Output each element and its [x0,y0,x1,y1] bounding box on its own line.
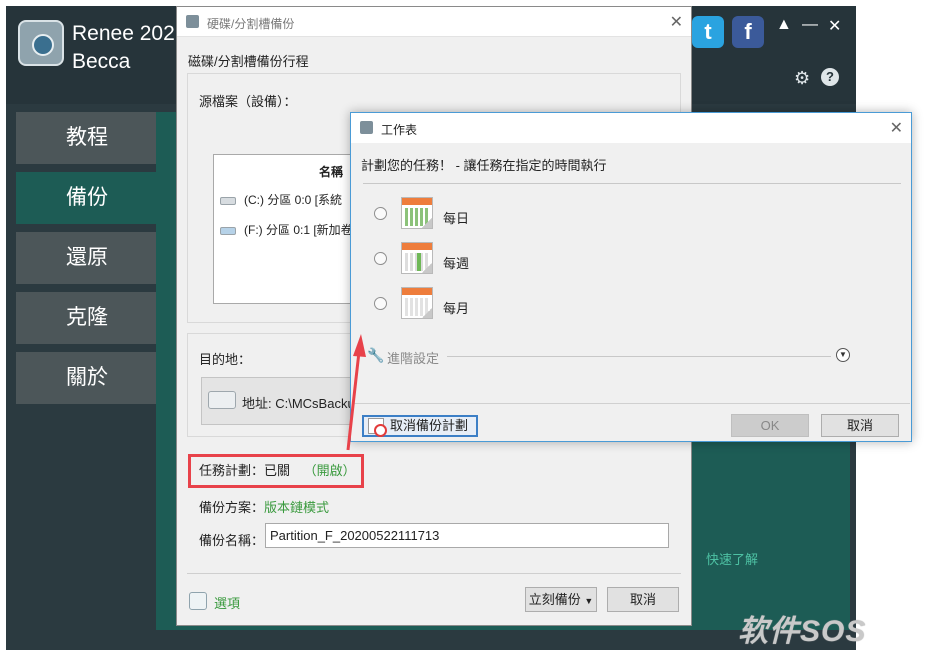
cancel-backup-plan-button[interactable]: 取消備份計劃 [362,415,478,437]
calendar-daily-icon [401,197,433,229]
dropdown-arrow-icon: ▼ [584,596,594,606]
scheme-label: 備份方案：版本鏈模式 [199,500,330,515]
close-icon[interactable]: ✕ [828,16,841,36]
option-weekly-label[interactable]: 每週 [443,253,469,272]
app-small-icon [360,121,373,134]
twitter-icon[interactable]: t [692,16,724,48]
calendar-weekly-icon [401,242,433,274]
drive-icon [208,391,236,409]
destination-address: 地址: C:\MCsBacku [242,396,355,411]
disk-icon [220,196,236,205]
app-small-icon [186,15,199,28]
schedule-dialog-title: 工作表 [381,123,418,137]
destination-box[interactable]: 地址: C:\MCsBacku [201,377,371,425]
options-icon[interactable] [189,592,207,610]
schedule-dialog-titlebar: 工作表 ✕ [351,113,911,143]
backup-name-label: 備份名稱： [199,533,265,548]
close-icon[interactable]: ✕ [890,118,903,138]
radio-weekly[interactable] [374,252,387,265]
sidebar-item-backup[interactable]: 備份 [16,172,156,224]
sidebar-item-tutorial[interactable]: 教程 [16,112,156,164]
calendar-monthly-icon [401,287,433,319]
options-link[interactable]: 選項 [214,593,240,612]
wrench-icon: 🔧 [367,347,385,363]
app-logo-icon [18,20,64,66]
gear-icon[interactable]: ⚙ [794,68,810,89]
divider [363,183,901,184]
chevron-down-icon[interactable]: ▼ [836,348,850,362]
help-icon[interactable]: ? [821,68,839,86]
sidebar-item-restore[interactable]: 還原 [16,232,156,284]
cancel-button[interactable]: 取消 [607,587,679,612]
list-item[interactable]: (F:) 分區 0:1 [新加卷 [220,221,353,238]
close-icon[interactable]: ✕ [670,12,683,32]
app-title: Renee 202 [72,22,175,45]
list-item[interactable]: (C:) 分區 0:0 [系統 [220,191,342,208]
scheme-link[interactable]: 版本鏈模式 [264,500,329,515]
sidebar-item-clone[interactable]: 克隆 [16,292,156,344]
minimize-icon[interactable]: — [802,16,818,34]
divider [447,356,831,357]
option-daily-label[interactable]: 每日 [443,208,469,227]
source-disk-list[interactable]: 名稱 (C:) 分區 0:0 [系統 (F:) 分區 0:1 [新加卷 [213,154,373,304]
section-title: 磁碟/分割槽備份行程 [188,54,309,69]
schedule-heading: 計劃您的任務！ - 讓任務在指定的時間執行 [361,158,607,173]
schedule-dialog: 工作表 ✕ 計劃您的任務！ - 讓任務在指定的時間執行 每日 每週 每月 🔧 進… [350,112,912,442]
quick-link[interactable]: 快速了解 [706,549,758,568]
backup-dialog-titlebar: 硬碟/分割槽備份 ✕ [177,7,691,37]
cancel-plan-icon [368,418,387,437]
cancel-button[interactable]: 取消 [821,414,899,437]
radio-monthly[interactable] [374,297,387,310]
disk-icon [220,226,236,235]
task-plan-label: 任務計劃：已關 （開啟） [199,463,356,478]
watermark: 软件SOS [738,615,867,648]
radio-daily[interactable] [374,207,387,220]
facebook-icon[interactable]: f [732,16,764,48]
ok-button[interactable]: OK [731,414,809,437]
advanced-settings-label[interactable]: 進階設定 [387,348,439,367]
divider [352,403,910,404]
backup-dialog-title: 硬碟/分割槽備份 [207,17,295,31]
list-header-name: 名稱 [319,165,344,179]
backup-name-input[interactable]: Partition_F_20200522111713 [265,523,669,548]
app-subtitle: Becca [72,50,131,73]
sidebar-item-about[interactable]: 關於 [16,352,156,404]
task-plan-open-link[interactable]: （開啟） [304,463,356,478]
skin-icon[interactable]: ▲ [776,16,792,34]
option-monthly-label[interactable]: 每月 [443,298,469,317]
source-label: 源檔案（設備）： [199,94,297,109]
divider [187,573,681,574]
backup-now-button[interactable]: 立刻備份 ▼ [525,587,597,612]
destination-label: 目的地： [199,352,252,367]
